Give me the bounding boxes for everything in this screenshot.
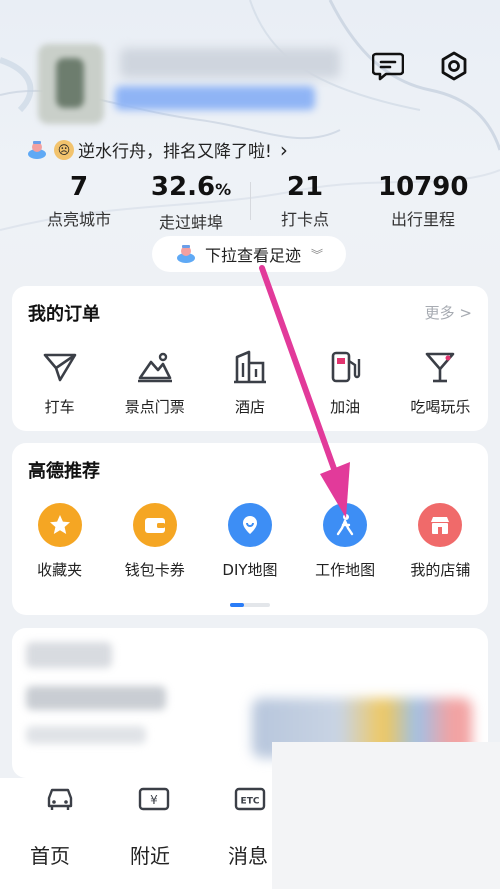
rank-message: 逆水行舟，排名又降了啦! bbox=[78, 142, 272, 162]
stat-lit-cities[interactable]: 7 点亮城市 bbox=[36, 172, 122, 230]
order-taxi[interactable]: 打车 bbox=[12, 348, 107, 417]
order-label: 打车 bbox=[44, 398, 75, 416]
blurred-text bbox=[26, 642, 112, 668]
work-map-icon bbox=[323, 503, 368, 547]
cocktail-icon bbox=[420, 348, 460, 386]
shop-icon bbox=[418, 503, 463, 547]
divider bbox=[250, 182, 251, 220]
stat-label: 打卡点 bbox=[280, 210, 329, 229]
message-icon bbox=[372, 52, 404, 81]
tab-messages[interactable]: 消息 bbox=[228, 840, 268, 869]
recommend-title: 高德推荐 bbox=[28, 461, 100, 482]
stat-value: 7 bbox=[69, 172, 89, 202]
orders-title: 我的订单 bbox=[28, 304, 100, 325]
order-scenic-ticket[interactable]: 景点门票 bbox=[107, 348, 202, 417]
recommend-card: 高德推荐 收藏夹 钱包卡券 DIY地图 工作地图 我的店铺 bbox=[12, 443, 488, 615]
blurred-text bbox=[26, 726, 146, 744]
user-tag-blurred bbox=[115, 86, 315, 110]
avatar[interactable] bbox=[38, 44, 104, 124]
double-chevron-down-icon: ︾ bbox=[311, 247, 324, 262]
orders-grid: 打车 景点门票 酒店 加油 吃喝玩乐 bbox=[12, 348, 488, 417]
page-indicator bbox=[230, 603, 270, 607]
profile-header: ☹ 逆水行舟，排名又降了啦! › 7 点亮城市 32.6% 走过蚌埠 21 打卡… bbox=[0, 0, 500, 285]
username-blurred bbox=[120, 48, 340, 78]
svg-text:ETC: ETC bbox=[241, 797, 260, 807]
star-icon bbox=[37, 503, 82, 547]
sad-face-icon: ☹ bbox=[54, 139, 74, 160]
message-button[interactable] bbox=[368, 46, 408, 86]
chevron-right-icon: › bbox=[279, 137, 288, 162]
pull-hint-label: 下拉查看足迹 bbox=[204, 246, 301, 265]
stat-value: 21 bbox=[286, 172, 324, 202]
stat-checkins[interactable]: 21 打卡点 bbox=[262, 172, 348, 230]
stats-row: 7 点亮城市 32.6% 走过蚌埠 21 打卡点 10790 出行里程 bbox=[0, 172, 500, 232]
stat-value: 32.6 bbox=[150, 172, 216, 202]
svg-text:¥: ¥ bbox=[150, 793, 158, 807]
tab-nearby[interactable]: 附近 bbox=[130, 840, 170, 869]
rec-label: 钱包卡券 bbox=[124, 561, 185, 579]
etc-icon[interactable]: ETC bbox=[232, 782, 268, 814]
stat-mileage[interactable]: 10790 出行里程 bbox=[378, 172, 468, 230]
rec-label: 工作地图 bbox=[315, 561, 376, 579]
scenic-ticket-icon bbox=[135, 348, 175, 386]
tool-strip: ¥ ETC bbox=[0, 778, 290, 820]
payment-card-icon[interactable]: ¥ bbox=[136, 782, 172, 814]
order-entertainment[interactable]: 吃喝玩乐 bbox=[393, 348, 488, 417]
stat-label: 点亮城市 bbox=[46, 210, 111, 229]
car-service-icon[interactable] bbox=[42, 782, 78, 814]
tab-home[interactable]: 首页 bbox=[30, 840, 70, 869]
cropped-overlay bbox=[272, 742, 500, 889]
rec-my-shop[interactable]: 我的店铺 bbox=[393, 503, 488, 580]
rec-work-map[interactable]: 工作地图 bbox=[298, 503, 393, 580]
stat-unit: % bbox=[215, 180, 232, 199]
diy-map-icon bbox=[227, 503, 272, 547]
stat-label: 出行里程 bbox=[390, 210, 455, 229]
orders-more-link[interactable]: 更多 > bbox=[425, 302, 472, 323]
rec-label: 收藏夹 bbox=[37, 561, 83, 579]
pull-footprint-button[interactable]: 下拉查看足迹 ︾ bbox=[152, 236, 346, 272]
rec-wallet[interactable]: 钱包卡券 bbox=[107, 503, 202, 580]
rec-label: 我的店铺 bbox=[410, 561, 471, 579]
order-label: 吃喝玩乐 bbox=[410, 398, 471, 416]
blurred-text bbox=[26, 686, 166, 710]
rec-diy-map[interactable]: DIY地图 bbox=[202, 503, 297, 580]
page-indicator-active bbox=[230, 603, 244, 607]
rec-favorites[interactable]: 收藏夹 bbox=[12, 503, 107, 580]
order-label: 景点门票 bbox=[124, 398, 185, 416]
settings-hexagon-icon bbox=[441, 51, 467, 81]
stat-city-coverage[interactable]: 32.6% 走过蚌埠 bbox=[146, 172, 236, 233]
orders-card: 我的订单 更多 > 打车 景点门票 酒店 加油 吃喝玩乐 bbox=[12, 286, 488, 431]
hotel-building-icon bbox=[230, 348, 270, 386]
mascot-icon bbox=[28, 140, 46, 159]
settings-button[interactable] bbox=[434, 46, 474, 86]
rec-label: DIY地图 bbox=[222, 561, 278, 579]
stat-label: 走过蚌埠 bbox=[158, 213, 223, 232]
order-label: 加油 bbox=[330, 398, 361, 416]
rank-notice[interactable]: ☹ 逆水行舟，排名又降了啦! › bbox=[26, 137, 288, 162]
order-hotel[interactable]: 酒店 bbox=[202, 348, 297, 417]
order-label: 酒店 bbox=[234, 398, 265, 416]
taxi-flag-icon bbox=[40, 348, 80, 386]
fuel-pump-icon bbox=[325, 348, 365, 386]
stat-value: 10790 bbox=[378, 172, 469, 202]
wallet-icon bbox=[132, 503, 177, 547]
recommend-grid: 收藏夹 钱包卡券 DIY地图 工作地图 我的店铺 bbox=[12, 503, 488, 580]
mascot-icon bbox=[176, 245, 195, 263]
order-fuel[interactable]: 加油 bbox=[298, 348, 393, 417]
